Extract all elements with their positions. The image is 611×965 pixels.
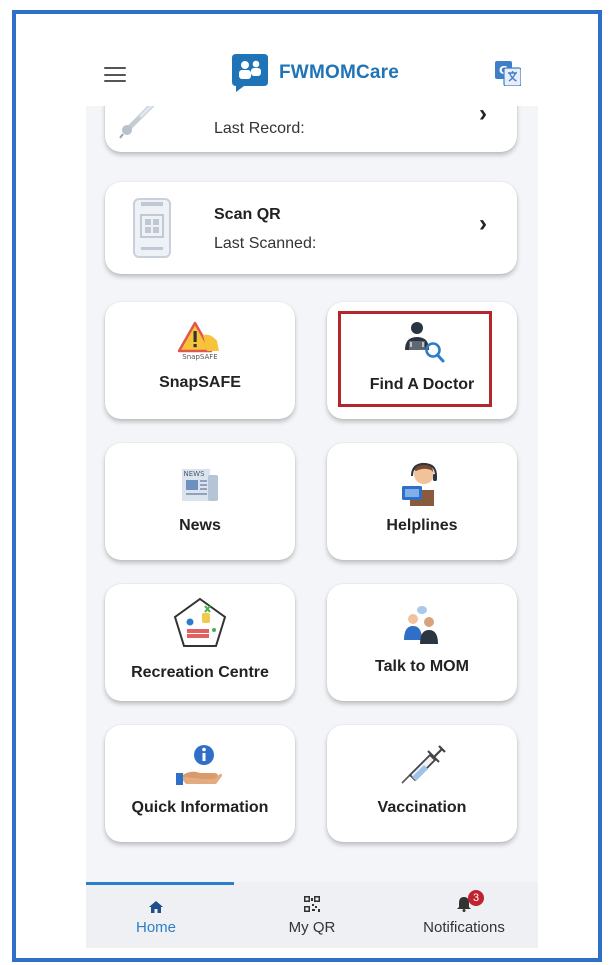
nav-label: My QR — [288, 919, 336, 936]
scan-qr-title: Scan QR — [214, 206, 281, 223]
tile-label: Quick Information — [131, 799, 269, 816]
tile-talk-to-mom[interactable]: Talk to MOM — [327, 584, 517, 701]
tile-snapsafe[interactable]: SnapSAFE SnapSAFE — [105, 302, 295, 419]
newspaper-icon: NEWS — [182, 469, 218, 501]
nav-label: Home — [135, 919, 176, 936]
nav-my-qr[interactable]: My QR — [272, 882, 352, 948]
last-record-label: Last Record: — [214, 120, 305, 137]
find-doctor-icon — [405, 322, 445, 363]
talk-people-icon — [404, 606, 438, 644]
qr-icon — [304, 896, 320, 912]
tile-find-a-doctor[interactable]: Find A Doctor — [327, 302, 517, 419]
tile-label: Helplines — [386, 517, 458, 534]
notification-badge: 3 — [468, 890, 484, 906]
nav-label: Notifications — [423, 919, 505, 936]
app-title: FWMOMCare — [279, 62, 400, 83]
thermometer-icon — [119, 100, 158, 139]
helpline-agent-icon — [402, 462, 437, 506]
scan-qr-card[interactable]: Scan QR Last Scanned: › — [105, 182, 517, 274]
tile-helplines[interactable]: Helplines — [327, 443, 517, 560]
chevron-right-icon: › — [479, 210, 487, 237]
menu-icon[interactable] — [104, 67, 126, 82]
recreation-centre-icon — [173, 597, 227, 647]
tile-news[interactable]: NEWS News — [105, 443, 295, 560]
tile-label: Find A Doctor — [369, 376, 475, 393]
bottom-navigation: Home My QR 3 Notifications — [86, 882, 538, 948]
tile-quick-information[interactable]: Quick Information — [105, 725, 295, 842]
tile-label: News — [179, 517, 221, 534]
info-hand-icon — [176, 745, 222, 785]
home-icon — [149, 901, 163, 913]
last-scanned-label: Last Scanned: — [214, 235, 317, 252]
nav-home[interactable]: Home — [116, 882, 196, 948]
app-logo-icon — [232, 54, 268, 92]
qr-scanner-icon — [133, 198, 171, 258]
tile-label: Talk to MOM — [375, 658, 469, 675]
tile-label: Vaccination — [377, 799, 467, 816]
svg-text:SnapSAFE: SnapSAFE — [182, 353, 217, 361]
tile-label: Recreation Centre — [131, 664, 269, 681]
app-screen: FWMOMCare G Last Record: › — [86, 40, 538, 948]
syringe-icon — [401, 745, 446, 784]
warning-sign-icon: SnapSAFE — [177, 321, 219, 361]
tile-vaccination[interactable]: Vaccination — [327, 725, 517, 842]
svg-text:NEWS: NEWS — [183, 470, 205, 478]
nav-notifications[interactable]: 3 Notifications — [414, 882, 514, 948]
tile-recreation-centre[interactable]: Recreation Centre — [105, 584, 295, 701]
translate-icon[interactable]: G — [495, 61, 521, 86]
tile-label: SnapSAFE — [159, 374, 241, 391]
app-header: FWMOMCare G — [86, 40, 538, 106]
